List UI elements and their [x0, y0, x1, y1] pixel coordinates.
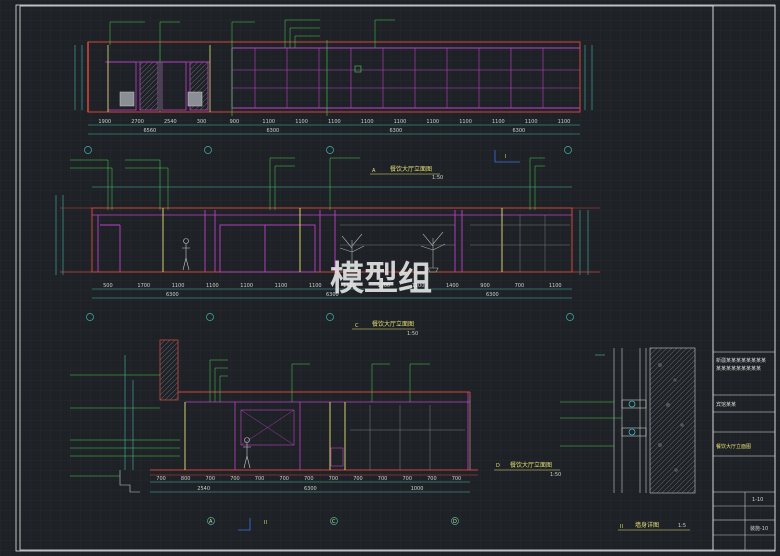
watermark-text: 模型组 — [330, 259, 432, 299]
dimension-label: 900 — [480, 283, 490, 289]
title-block-sheet-no: 装施-10 — [750, 525, 768, 532]
dimension-label: 6300 — [513, 128, 526, 134]
dimension-label: 1100 — [172, 283, 185, 289]
title-block-project-name: 宾馆某某 — [716, 401, 736, 408]
dimension-label: 6300 — [390, 128, 403, 134]
dim-row-top: 1900 2700 2540 300 900 1100 1100 1100 1100 1100 11… — [98, 119, 570, 125]
axis-tag-c: C — [332, 519, 336, 525]
dimension-label: 700 — [452, 476, 462, 482]
dimension-label: 1100 — [309, 283, 322, 289]
cad-drawing-sheet: 新疆某某某某某某某某 某某某某某某某某某 宾馆某某 餐饮大厅立面图 1-10 装… — [0, 0, 780, 556]
view-title-detail: 墙身详图 — [635, 521, 659, 529]
section-marker-ii: II — [264, 520, 267, 526]
dimension-label: 1400 — [446, 283, 459, 289]
dimension-label: 700 — [304, 476, 314, 482]
view-title-c: 餐饮大厅立面图 — [372, 320, 414, 328]
view-scale-a: 1:50 — [432, 175, 443, 181]
dimension-label: 2540 — [197, 486, 210, 492]
dimension-label: 700 — [378, 476, 388, 482]
svg-text:II: II — [620, 524, 623, 530]
dimension-label: 700 — [206, 476, 216, 482]
axis-tag-d: D — [453, 519, 457, 525]
axis-tag-a: A — [209, 519, 213, 525]
view-scale-d: 1:50 — [550, 472, 561, 478]
svg-text:I: I — [505, 154, 506, 160]
dimension-label: 1100 — [426, 119, 439, 125]
dimension-label: 1100 — [262, 119, 275, 125]
view-title-a: 餐饮大厅立面图 — [390, 165, 432, 173]
title-block-drawing-name: 餐饮大厅立面图 — [716, 443, 751, 450]
dimension-label: 1100 — [328, 119, 341, 125]
dimension-label: 700 — [156, 476, 166, 482]
dimension-label: 1100 — [525, 119, 538, 125]
dimension-label: 700 — [427, 476, 437, 482]
dimension-label: 1100 — [558, 119, 571, 125]
dimension-label: 500 — [103, 283, 113, 289]
dimension-label: 6300 — [166, 292, 179, 298]
dimension-label: 2700 — [131, 119, 144, 125]
dimension-label: 1100 — [549, 283, 562, 289]
view-scale-detail: 1:5 — [678, 523, 686, 529]
title-block-company-line1: 新疆某某某某某某某某 — [716, 357, 766, 364]
dimension-label: 1100 — [275, 283, 288, 289]
dimension-label: 1100 — [459, 119, 472, 125]
dimension-label: 1100 — [492, 119, 505, 125]
dimension-label: 1100 — [394, 119, 407, 125]
dimension-label: 1100 — [206, 283, 219, 289]
dimension-label: 700 — [515, 283, 525, 289]
dimension-label: 300 — [197, 119, 207, 125]
title-block-company-line2: 某某某某某某某某某 — [716, 366, 761, 372]
dimension-label: 1100 — [240, 283, 253, 289]
svg-text:A: A — [372, 168, 376, 174]
view-title-d: 餐饮大厅立面图 — [510, 461, 552, 469]
dimension-label: 700 — [353, 476, 363, 482]
svg-text:D: D — [496, 463, 500, 469]
dimension-label: 6300 — [267, 128, 280, 134]
dimension-label: 2540 — [164, 119, 177, 125]
svg-text:C: C — [355, 323, 359, 329]
dimension-label: 6300 — [304, 486, 317, 492]
svg-text:II: II — [264, 520, 267, 526]
dimension-label: 700 — [329, 476, 339, 482]
view-scale-c: 1:50 — [407, 331, 418, 337]
dimension-label: 1000 — [411, 486, 424, 492]
dimension-label: 6300 — [486, 292, 499, 298]
dimension-label: 900 — [230, 119, 240, 125]
dimension-label: 800 — [181, 476, 191, 482]
dimension-label: 700 — [403, 476, 413, 482]
dimension-label: 1900 — [98, 119, 111, 125]
title-block-drawing-no: 1-10 — [752, 497, 763, 503]
dimension-label: 1100 — [295, 119, 308, 125]
dimension-label: 6560 — [144, 128, 157, 134]
dimension-label: 700 — [279, 476, 289, 482]
dimension-label: 1100 — [361, 119, 374, 125]
dimension-label: 1700 — [137, 283, 150, 289]
dimension-label: 700 — [230, 476, 240, 482]
dimension-label: 700 — [255, 476, 265, 482]
